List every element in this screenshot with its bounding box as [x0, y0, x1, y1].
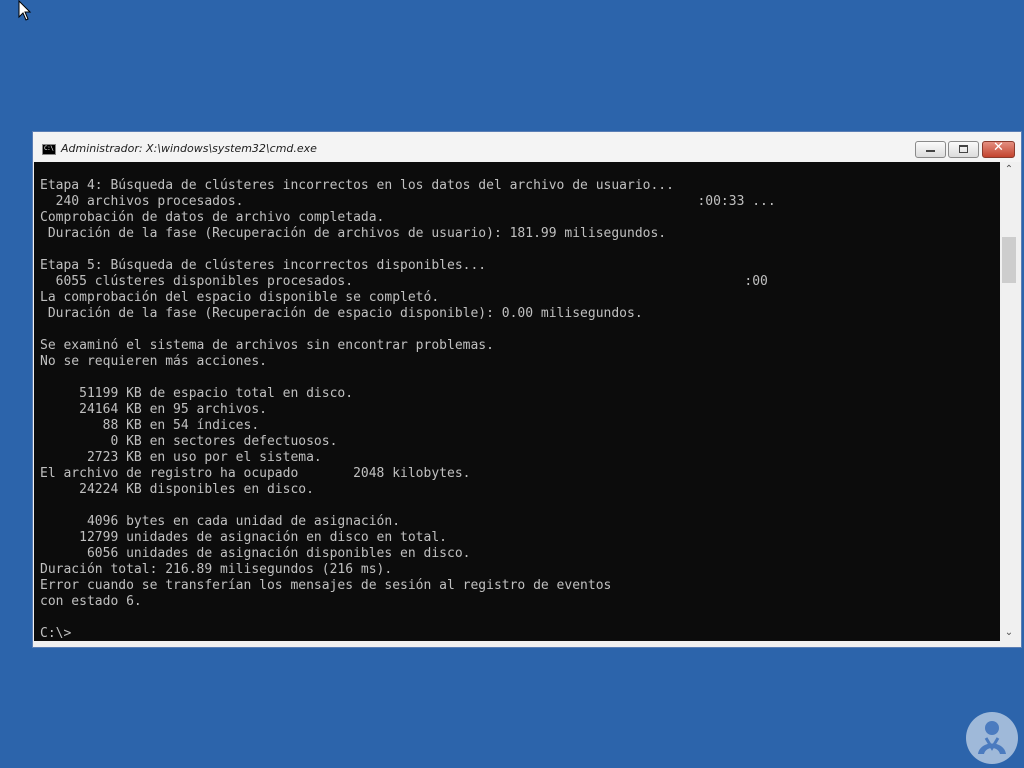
console-line: Error cuando se transferían los mensajes… [40, 578, 612, 593]
console-lines: Etapa 4: Búsqueda de clústeres incorrect… [40, 178, 776, 641]
console-line: Etapa 4: Búsqueda de clústeres incorrect… [40, 178, 674, 193]
console-line: 0 KB en sectores defectuosos. [40, 434, 338, 449]
console-line: Duración de la fase (Recuperación de esp… [40, 306, 643, 321]
maximize-button[interactable] [948, 141, 979, 158]
vertical-scrollbar[interactable]: ⌃ ⌄ [1000, 162, 1018, 641]
console-line: 12799 unidades de asignación en disco en… [40, 530, 447, 545]
close-button[interactable]: ✕ [982, 140, 1015, 158]
mouse-pointer-icon [18, 0, 32, 21]
maximize-icon [959, 145, 968, 153]
console-line: Se examinó el sistema de archivos sin en… [40, 338, 494, 353]
desktop: C:\ Administrador: X:\windows\system32\c… [0, 0, 1024, 768]
console-line: 2723 KB en uso por el sistema. [40, 450, 322, 465]
minimize-icon [926, 150, 935, 152]
title-bar[interactable]: C:\ Administrador: X:\windows\system32\c… [33, 132, 1021, 162]
scroll-down-arrow-icon[interactable]: ⌄ [1000, 625, 1018, 641]
console-line: 6055 clústeres disponibles procesados. :… [40, 274, 768, 289]
console-line: El archivo de registro ha ocupado 2048 k… [40, 466, 471, 481]
cmd-icon: C:\ [42, 144, 56, 155]
cmd-icon-text: C:\ [44, 145, 54, 152]
console-line: 24224 KB disponibles en disco. [40, 482, 314, 497]
console-line: La comprobación del espacio disponible s… [40, 290, 440, 305]
console-line: Comprobación de datos de archivo complet… [40, 210, 385, 225]
console-line: Duración de la fase (Recuperación de arc… [40, 226, 667, 241]
console-line: 24164 KB en 95 archivos. [40, 402, 267, 417]
minimize-button[interactable] [915, 141, 946, 158]
console-line: C:\> [40, 626, 72, 641]
console-line: 4096 bytes en cada unidad de asignación. [40, 514, 401, 529]
console-line: con estado 6. [40, 594, 142, 609]
scroll-thumb[interactable] [1002, 237, 1016, 283]
window-title: Administrador: X:\windows\system32\cmd.e… [61, 142, 317, 155]
scroll-up-arrow-icon[interactable]: ⌃ [1000, 162, 1018, 178]
console-line: 240 archivos procesados. :00:33 ... [40, 194, 776, 209]
console-line: No se requieren más acciones. [40, 354, 267, 369]
person-logo-icon [966, 712, 1018, 764]
console-line: Duración total: 216.89 milisegundos (216… [40, 562, 393, 577]
close-icon: ✕ [993, 140, 1004, 155]
console-output[interactable]: Etapa 4: Búsqueda de clústeres incorrect… [34, 162, 1000, 641]
console-line: Etapa 5: Búsqueda de clústeres incorrect… [40, 258, 487, 273]
cmd-window[interactable]: C:\ Administrador: X:\windows\system32\c… [32, 131, 1022, 648]
console-line: 88 KB en 54 índices. [40, 418, 260, 433]
console-line: 51199 KB de espacio total en disco. [40, 386, 354, 401]
console-line: 6056 unidades de asignación disponibles … [40, 546, 471, 561]
